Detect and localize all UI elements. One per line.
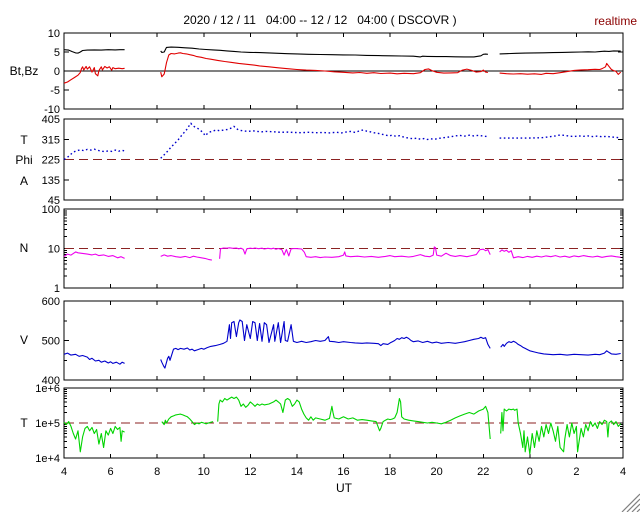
svg-text:1e+4: 1e+4 [35, 453, 60, 465]
svg-text:4: 4 [61, 466, 67, 478]
svg-text:18: 18 [384, 466, 396, 478]
resize-grip-icon [621, 493, 640, 512]
svg-text:14: 14 [291, 466, 303, 478]
svg-text:0: 0 [54, 66, 60, 78]
svg-text:0: 0 [527, 466, 533, 478]
svg-text:6: 6 [108, 466, 114, 478]
svg-text:-5: -5 [50, 85, 60, 97]
svg-text:4: 4 [620, 466, 626, 478]
svg-text:1: 1 [54, 283, 60, 295]
svg-text:600: 600 [42, 296, 60, 308]
svg-text:405: 405 [42, 114, 60, 126]
svg-text:2: 2 [573, 466, 579, 478]
svg-text:5: 5 [54, 47, 60, 59]
plot-title: 2020 / 12 / 11 04:00 -- 12 / 12 04:00 ( … [183, 13, 457, 27]
svg-text:16: 16 [337, 466, 349, 478]
panel2-ylabel-t: T [20, 133, 28, 147]
x-axis-label-ut: UT [336, 481, 352, 495]
svg-text:10: 10 [198, 466, 210, 478]
svg-text:10: 10 [48, 28, 60, 40]
panel1-ylabel-btbz: Bt,Bz [9, 64, 39, 78]
realtime-label: realtime [594, 14, 637, 28]
chart-canvas: -10-50510451352253154051101004005006001e… [35, 28, 640, 512]
svg-text:20: 20 [431, 466, 443, 478]
svg-text:10: 10 [48, 244, 60, 256]
dscovr-solar-wind-plot: -10 -5 0 5 10 45 135 225 315 405 1 10 100 400 500 600 1e… [0, 0, 640, 512]
svg-text:12: 12 [244, 466, 256, 478]
panel4-ylabel-v: V [19, 333, 28, 347]
svg-text:1e+6: 1e+6 [35, 383, 60, 395]
svg-text:8: 8 [154, 466, 160, 478]
panel2-ylabel-a: A [19, 174, 28, 188]
svg-text:100: 100 [42, 204, 60, 216]
panel5-ylabel-t: T [20, 416, 28, 430]
svg-text:22: 22 [477, 466, 489, 478]
panel2-ylabel-phi: Phi [15, 153, 33, 167]
panel3-ylabel-n: N [19, 241, 29, 255]
